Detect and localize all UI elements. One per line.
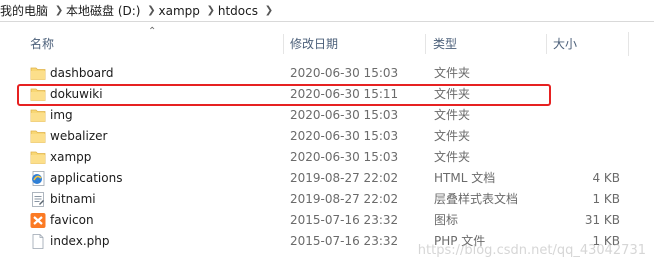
breadcrumb-item-local-disk[interactable]: 本地磁盘 (D:) [66,2,144,19]
file-date: 2019-08-27 22:02 [290,192,399,206]
xampp-icon [30,213,46,228]
file-name: dashboard [50,66,114,80]
file-type: 图标 [434,213,459,227]
column-divider[interactable] [283,34,284,54]
file-icon [30,234,46,249]
file-name: index.php [50,234,110,248]
file-type: HTML 文档 [434,171,496,185]
column-name-label: 名称 [30,37,55,51]
column-type-label: 类型 [433,37,458,51]
file-date: 2020-06-30 15:03 [290,108,399,122]
file-name: bitnami [50,192,96,206]
column-header-size[interactable]: 大小 [551,32,623,56]
file-type: 文件夹 [434,108,471,122]
list-item[interactable]: img 2020-06-30 15:03 文件夹 [0,105,654,126]
column-header-name[interactable]: 名称 [28,32,285,56]
file-name: img [50,108,73,122]
list-item[interactable]: applications 2019-08-27 22:02 HTML 文档 4 … [0,168,654,189]
file-name: xampp [50,150,92,164]
folder-icon [30,108,46,123]
list-item[interactable]: favicon 2015-07-16 23:32 图标 31 KB [0,210,654,231]
chevron-right-icon[interactable]: ❯ [262,5,276,16]
chevron-right-icon[interactable]: ❯ [204,5,218,16]
list-item[interactable]: webalizer 2020-06-30 15:03 文件夹 [0,126,654,147]
html-document-icon [30,171,46,186]
file-name: webalizer [50,129,108,143]
file-size: 31 KB [584,213,620,227]
list-item[interactable]: bitnami 2019-08-27 22:02 层叠样式表文档 1 KB [0,189,654,210]
file-date: 2020-06-30 15:03 [290,66,399,80]
list-item[interactable]: dashboard 2020-06-30 15:03 文件夹 [0,63,654,84]
file-name: dokuwiki [50,87,103,101]
list-item[interactable]: dokuwiki 2020-06-30 15:11 文件夹 [0,84,654,105]
file-date: 2015-07-16 23:32 [290,234,399,248]
chevron-right-icon[interactable]: ❯ [144,5,158,16]
folder-icon [30,87,46,102]
chevron-right-icon[interactable]: ❯ [52,5,66,16]
folder-icon [30,150,46,165]
file-date: 2015-07-16 23:32 [290,213,399,227]
column-header-type[interactable]: 类型 [431,32,543,56]
column-divider[interactable] [546,34,547,54]
file-type: 文件夹 [434,87,471,101]
column-divider[interactable] [628,32,629,56]
breadcrumb-item-my-computer[interactable]: 我的电脑 [0,2,52,19]
breadcrumb-item-xampp[interactable]: xampp [158,4,203,18]
file-type: 层叠样式表文档 [434,192,519,206]
file-date: 2020-06-30 15:11 [290,87,399,101]
column-date-label: 修改日期 [290,37,339,51]
file-type: 文件夹 [434,129,471,143]
css-document-icon [30,192,46,207]
folder-icon [30,129,46,144]
file-date: 2020-06-30 15:03 [290,150,399,164]
column-size-label: 大小 [553,37,578,51]
file-date: 2019-08-27 22:02 [290,171,399,185]
breadcrumb-item-htdocs[interactable]: htdocs [218,4,262,18]
watermark: https://blog.csdn.net/qq_43042731 [417,243,646,258]
list-item[interactable]: xampp 2020-06-30 15:03 文件夹 [0,147,654,168]
address-bar[interactable]: 我的电脑 ❯ 本地磁盘 (D:) ❯ xampp ❯ htdocs ❯ [0,0,654,22]
column-header: ⌃ 名称 修改日期 类型 大小 [0,26,654,56]
file-type: 文件夹 [434,66,471,80]
file-size: 1 KB [592,192,620,206]
file-type: 文件夹 [434,150,471,164]
file-name: favicon [50,213,94,227]
folder-icon [30,66,46,81]
column-header-date[interactable]: 修改日期 [288,32,425,56]
column-divider[interactable] [425,34,426,54]
file-name: applications [50,171,123,185]
file-list: dashboard 2020-06-30 15:03 文件夹 dokuwiki … [0,63,654,252]
file-size: 4 KB [592,171,620,185]
file-date: 2020-06-30 15:03 [290,129,399,143]
